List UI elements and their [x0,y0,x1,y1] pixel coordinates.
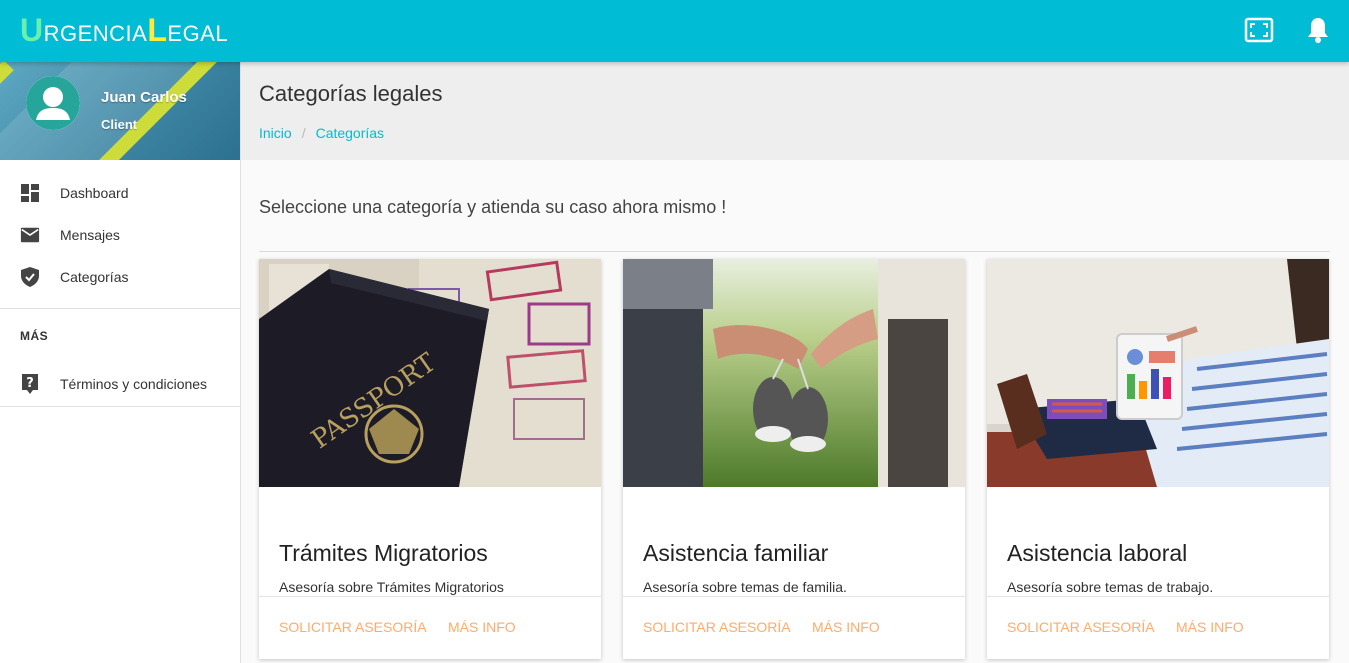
intro-text: Seleccione una categoría y atienda su ca… [259,197,727,217]
breadcrumb: Inicio / Categorías [259,125,384,141]
shield-check-icon [20,267,40,287]
breadcrumb-categorias[interactable]: Categorías [316,125,384,141]
sidebar-section-header: MÁS [20,329,49,343]
breadcrumb-inicio[interactable]: Inicio [259,125,292,141]
breadcrumb-separator: / [301,125,306,141]
card-title: Trámites Migratorios [279,540,488,566]
mas-info-button[interactable]: MÁS INFO [448,619,516,635]
top-app-bar: URGENCIALEGAL [0,0,1349,62]
mas-info-button[interactable]: MÁS INFO [1176,619,1244,635]
logo-text-1: RGENCIA [43,21,148,46]
fullscreen-button[interactable] [1243,14,1275,46]
category-card-familiar: Asistencia familiar Asesoría sobre temas… [623,259,965,659]
fullscreen-icon [1244,17,1274,43]
notifications-button[interactable] [1302,14,1334,46]
card-description: Asesoría sobre temas de trabajo. [1007,579,1214,595]
user-info-panel: Juan Carlos Client [0,62,240,160]
user-avatar-icon [26,76,80,130]
logo-letter-u: U [20,12,44,48]
passport-photo: PASSPORT [259,259,601,487]
solicitar-asesoria-button[interactable]: SOLICITAR ASESORÍA [643,619,791,635]
app-logo[interactable]: URGENCIALEGAL [20,12,228,49]
sidebar-item-label: Categorías [60,269,129,285]
sidebar-item-terminos[interactable]: ? Términos y condiciones [0,363,240,405]
logo-text-2: EGAL [167,21,229,46]
man-with-tablet-chart-photo [987,259,1329,487]
sidebar-item-dashboard[interactable]: Dashboard [0,172,240,214]
solicitar-asesoria-button[interactable]: SOLICITAR ASESORÍA [279,619,427,635]
card-title: Asistencia familiar [643,540,829,566]
card-description: Asesoría sobre Trámites Migratorios [279,579,504,595]
category-card-migratorios: PASSPORT Trámites Migratorios Asesoría s… [259,259,601,659]
sidebar-item-label: Mensajes [60,227,120,243]
avatar[interactable] [26,76,80,130]
dashboard-icon [20,183,40,203]
logo-letter-l: L [147,12,168,48]
card-title: Asistencia laboral [1007,540,1188,566]
sidebar-item-label: Términos y condiciones [60,376,208,392]
user-role: Client [101,117,138,132]
page-title: Categorías legales [259,81,443,106]
help-icon: ? [20,374,40,394]
sidebar-divider [0,406,240,407]
sidebar-item-mensajes[interactable]: Mensajes [0,214,240,256]
content-header: Categorías legales Inicio / Categorías [241,62,1349,160]
mas-info-button[interactable]: MÁS INFO [812,619,880,635]
solicitar-asesoria-button[interactable]: SOLICITAR ASESORÍA [1007,619,1155,635]
sidebar-item-categorias[interactable]: Categorías [0,256,240,298]
user-name[interactable]: Juan Carlos [101,89,187,106]
card-description: Asesoría sobre temas de familia. [643,579,847,595]
svg-text:?: ? [26,376,34,391]
category-card-laboral: Asistencia laboral Asesoría sobre temas … [987,259,1329,659]
mail-icon [20,225,40,245]
notifications-bell-icon [1308,18,1328,43]
content-divider [259,251,1330,252]
sidebar: Juan Carlos Client Dashboard Mensajes Ca… [0,62,241,663]
sidebar-item-label: Dashboard [60,185,129,201]
couple-holding-baby-shoes-photo [623,259,965,487]
